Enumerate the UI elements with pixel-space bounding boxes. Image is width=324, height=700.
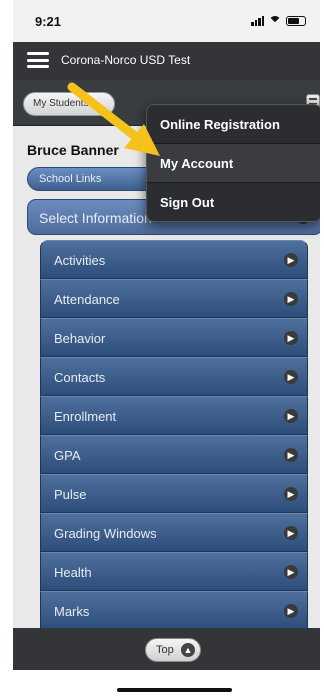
chevron-right-icon: ▶ bbox=[284, 292, 298, 306]
battery-icon bbox=[286, 16, 306, 26]
popup-item-online-registration[interactable]: Online Registration bbox=[147, 105, 320, 144]
popup-item-my-account[interactable]: My Account bbox=[147, 144, 320, 183]
menu-item-label: Grading Windows bbox=[54, 526, 157, 541]
popup-item-sign-out[interactable]: Sign Out bbox=[147, 183, 320, 221]
home-indicator[interactable] bbox=[117, 688, 232, 692]
chevron-right-icon: ▶ bbox=[284, 448, 298, 462]
app-header: Corona-Norco USD Test bbox=[13, 42, 320, 80]
menu-item-label: Enrollment bbox=[54, 409, 117, 424]
menu-item-label: Health bbox=[54, 565, 92, 580]
menu-item-label: Attendance bbox=[54, 292, 120, 307]
menu-item-label: GPA bbox=[54, 448, 81, 463]
menu-item-label: Behavior bbox=[54, 331, 106, 346]
chevron-up-icon: ▲ bbox=[181, 643, 195, 657]
wifi-icon bbox=[269, 16, 281, 28]
menu-item-label: Marks bbox=[54, 604, 90, 619]
menu-item-gpa[interactable]: GPA ▶ bbox=[40, 435, 308, 474]
chevron-right-icon: ▶ bbox=[284, 370, 298, 384]
student-name: Bruce Banner bbox=[27, 142, 119, 158]
chevron-right-icon: ▶ bbox=[284, 565, 298, 579]
chevron-right-icon: ▶ bbox=[284, 604, 298, 618]
top-button[interactable]: Top ▲ bbox=[145, 638, 201, 662]
home-area bbox=[13, 670, 320, 700]
menu-item-contacts[interactable]: Contacts ▶ bbox=[40, 357, 308, 396]
menu-item-pulse[interactable]: Pulse ▶ bbox=[40, 474, 308, 513]
screen: 9:21 Corona-Norco USD Test My Students B… bbox=[13, 0, 320, 700]
menu-item-label: Activities bbox=[54, 253, 106, 268]
footer-bar: Top ▲ bbox=[13, 628, 320, 670]
hamburger-icon[interactable] bbox=[27, 52, 49, 68]
menu-item-label: Contacts bbox=[54, 370, 106, 385]
status-time: 9:21 bbox=[35, 14, 62, 29]
menu-item-label: Pulse bbox=[54, 487, 87, 502]
top-button-label: Top bbox=[156, 644, 174, 656]
menu-item-grading-windows[interactable]: Grading Windows ▶ bbox=[40, 513, 308, 552]
chevron-right-icon: ▶ bbox=[284, 409, 298, 423]
chevron-right-icon: ▶ bbox=[284, 487, 298, 501]
app-title: Corona-Norco USD Test bbox=[61, 53, 191, 67]
chevron-right-icon: ▶ bbox=[284, 526, 298, 540]
chevron-right-icon: ▶ bbox=[284, 253, 298, 267]
information-menu: Activities ▶ Attendance ▶ Behavior ▶ Contac… bbox=[40, 240, 308, 628]
menu-item-behavior[interactable]: Behavior ▶ bbox=[40, 318, 308, 357]
chevron-right-icon: ▶ bbox=[284, 331, 298, 345]
signal-icon bbox=[251, 16, 264, 26]
select-information-label: Select Information bbox=[39, 210, 152, 226]
menu-item-enrollment[interactable]: Enrollment ▶ bbox=[40, 396, 308, 435]
menu-item-health[interactable]: Health ▶ bbox=[40, 552, 308, 591]
phone-frame: 9:21 Corona-Norco USD Test My Students B… bbox=[0, 0, 324, 700]
menu-item-activities[interactable]: Activities ▶ bbox=[40, 240, 308, 279]
menu-item-attendance[interactable]: Attendance ▶ bbox=[40, 279, 308, 318]
menu-item-marks[interactable]: Marks ▶ bbox=[40, 591, 308, 628]
my-students-button[interactable]: My Students bbox=[23, 92, 115, 116]
status-icons bbox=[251, 16, 306, 28]
status-bar: 9:21 bbox=[13, 0, 320, 42]
options-popup-menu: Online Registration My Account Sign Out bbox=[146, 104, 320, 222]
